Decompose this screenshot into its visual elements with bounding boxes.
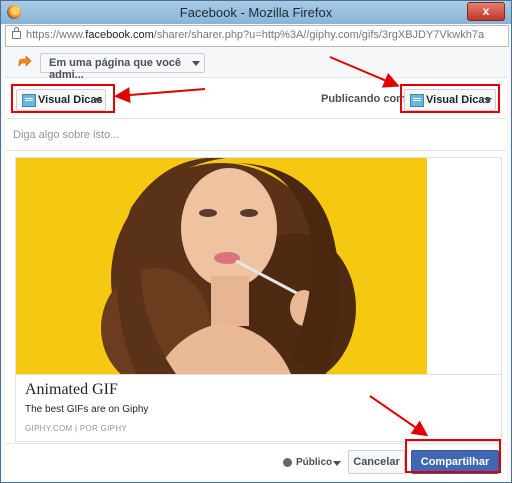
privacy-selector[interactable]: Público bbox=[296, 457, 332, 468]
preview-title: Animated GIF bbox=[25, 381, 118, 398]
close-button[interactable]: x bbox=[467, 2, 505, 21]
woman-photo bbox=[16, 158, 427, 374]
browser-window: Facebook - Mozilla Firefox x https://www… bbox=[0, 0, 512, 483]
preview-image bbox=[16, 158, 427, 374]
share-destination-row: Em uma página que você admi... bbox=[5, 47, 507, 81]
chevron-down-icon bbox=[333, 461, 341, 466]
posting-as-label: Publicando como bbox=[321, 93, 413, 105]
url-bar[interactable]: https://www.facebook.com/sharer/sharer.p… bbox=[5, 25, 509, 47]
url-text: https://www.facebook.com/sharer/sharer.p… bbox=[26, 29, 485, 41]
share-destination-select[interactable]: Em uma página que você admi... bbox=[40, 53, 205, 81]
window-title: Facebook - Mozilla Firefox bbox=[179, 5, 333, 20]
preview-text: Animated GIF The best GIFs are on Giphy … bbox=[16, 374, 501, 442]
highlight-box bbox=[405, 439, 501, 473]
link-preview-card[interactable]: Animated GIF The best GIFs are on Giphy … bbox=[15, 157, 502, 442]
share-arrow-icon bbox=[18, 55, 32, 67]
highlight-box bbox=[400, 84, 500, 113]
privacy-label: Público bbox=[296, 457, 333, 468]
highlight-box bbox=[11, 84, 115, 113]
comment-input[interactable]: Diga algo sobre isto... bbox=[5, 119, 507, 151]
globe-icon bbox=[283, 458, 292, 467]
comment-placeholder: Diga algo sobre isto... bbox=[13, 129, 120, 141]
title-bar[interactable]: Facebook - Mozilla Firefox x bbox=[1, 1, 511, 24]
lock-icon bbox=[12, 27, 21, 39]
chevron-down-icon bbox=[192, 61, 200, 66]
cancel-button[interactable]: Cancelar bbox=[348, 450, 405, 474]
preview-description: The best GIFs are on Giphy bbox=[25, 404, 149, 415]
preview-source: GIPHY.COM | POR GIPHY bbox=[25, 424, 128, 433]
